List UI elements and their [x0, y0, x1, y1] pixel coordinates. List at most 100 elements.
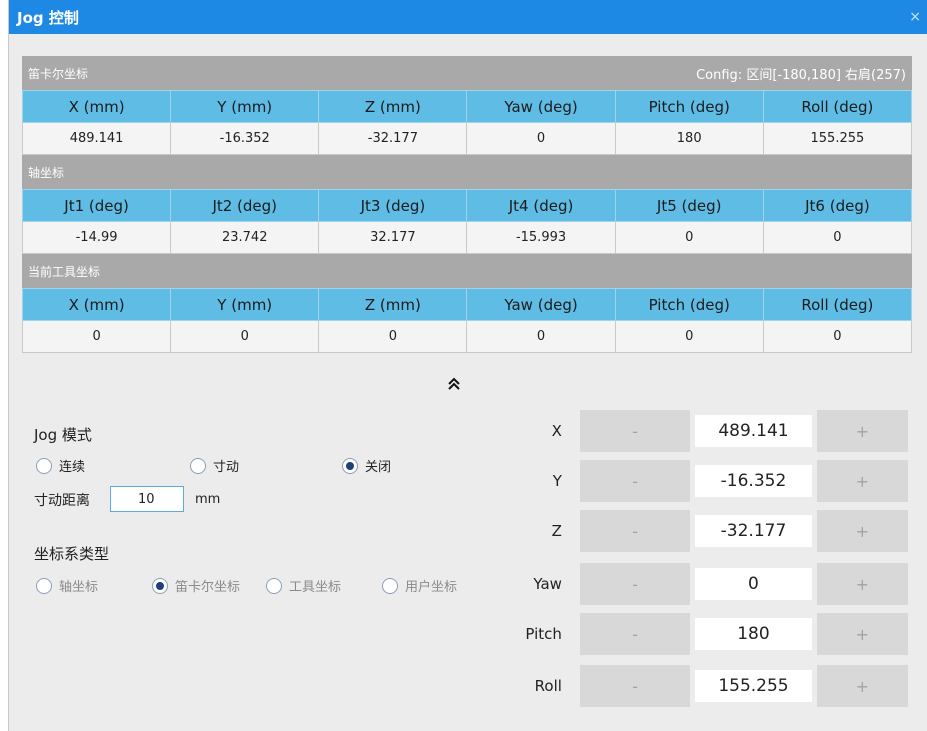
radio-label: 关闭	[365, 460, 392, 475]
column-header: Jt3 (deg)	[318, 189, 468, 222]
table-cell: -32.177	[318, 122, 468, 155]
column-header: Jt2 (deg)	[170, 189, 320, 222]
step-distance-input[interactable]	[110, 486, 184, 512]
radio-label: 笛卡尔坐标	[175, 580, 241, 595]
table-header-row: X (mm) Y (mm) Z (mm) Yaw (deg) Pitch (de…	[21, 288, 913, 321]
column-header: Y (mm)	[170, 288, 320, 321]
column-header: Roll (deg)	[762, 90, 913, 123]
table-row: 0 0 0 0 0 0	[21, 320, 913, 353]
table-row: 489.141 -16.352 -32.177 0 180 155.255	[21, 122, 913, 155]
jog-minus-button[interactable]: -	[579, 563, 691, 605]
table-cell: 32.177	[318, 221, 468, 254]
jog-plus-button[interactable]: +	[816, 410, 908, 452]
joint-section-header: 轴坐标	[22, 155, 912, 189]
jog-plus-button[interactable]: +	[816, 613, 908, 655]
cartesian-table: X (mm) Y (mm) Z (mm) Yaw (deg) Pitch (de…	[21, 90, 913, 155]
table-cell: 0	[318, 320, 468, 353]
jog-row-x: X - 489.141 +	[520, 410, 908, 452]
jog-minus-button[interactable]: -	[579, 665, 691, 707]
table-cell: 0	[466, 122, 616, 155]
jog-row-z: Z - -32.177 +	[520, 510, 908, 552]
title-bar: Jog 控制 ×	[9, 0, 927, 34]
joint-section-title: 轴坐标	[28, 165, 65, 180]
table-header-row: X (mm) Y (mm) Z (mm) Yaw (deg) Pitch (de…	[21, 90, 913, 123]
jog-axis-label: Yaw	[533, 575, 562, 593]
radio-button[interactable]	[190, 457, 206, 474]
column-header: Z (mm)	[318, 90, 468, 123]
radio-label: 用户坐标	[405, 580, 458, 595]
column-header: Pitch (deg)	[614, 90, 764, 123]
table-cell: -14.99	[21, 221, 172, 254]
radio-label: 轴坐标	[59, 580, 99, 595]
jog-plus-button[interactable]: +	[816, 665, 908, 707]
jog-axis-label: X	[551, 422, 562, 440]
jog-plus-button[interactable]: +	[816, 460, 908, 502]
chevron-double-up-icon[interactable]	[447, 376, 461, 395]
radio-button[interactable]	[382, 577, 398, 594]
table-cell: -16.352	[170, 122, 320, 155]
coord-type-option-user[interactable]: 用户坐标	[382, 576, 457, 595]
column-header: Z (mm)	[318, 288, 468, 321]
column-header: Jt4 (deg)	[466, 189, 616, 222]
coord-type-label: 坐标系类型	[34, 545, 110, 563]
table-cell: 0	[466, 320, 616, 353]
step-distance-label: 寸动距离	[34, 493, 90, 509]
column-header: Yaw (deg)	[466, 90, 616, 123]
jog-axis-label: Roll	[534, 677, 562, 695]
jog-row-pitch: Pitch - 180 +	[520, 613, 908, 655]
jog-axis-label: Y	[552, 472, 562, 490]
tool-section-title: 当前工具坐标	[28, 264, 101, 279]
radio-label: 工具坐标	[289, 580, 342, 595]
jog-value-display: 0	[695, 568, 812, 600]
jog-row-roll: Roll - 155.255 +	[520, 665, 908, 707]
jog-minus-button[interactable]: -	[579, 613, 691, 655]
tool-table: X (mm) Y (mm) Z (mm) Yaw (deg) Pitch (de…	[21, 288, 913, 353]
jog-mode-label: Jog 模式	[34, 426, 92, 444]
column-header: X (mm)	[21, 90, 172, 123]
joint-table: Jt1 (deg) Jt2 (deg) Jt3 (deg) Jt4 (deg) …	[21, 189, 913, 254]
radio-button-selected[interactable]	[342, 457, 358, 474]
jog-minus-button[interactable]: -	[579, 510, 691, 552]
jog-mode-option-continuous[interactable]: 连续	[36, 456, 85, 475]
close-icon[interactable]: ×	[909, 9, 921, 25]
radio-label: 寸动	[213, 460, 240, 475]
column-header: Jt5 (deg)	[614, 189, 764, 222]
jog-row-yaw: Yaw - 0 +	[520, 563, 908, 605]
column-header: Pitch (deg)	[614, 288, 764, 321]
jog-minus-button[interactable]: -	[579, 410, 691, 452]
table-cell: 0	[762, 320, 913, 353]
jog-axis-label: Z	[551, 522, 562, 540]
table-row: -14.99 23.742 32.177 -15.993 0 0	[21, 221, 913, 254]
jog-minus-button[interactable]: -	[579, 460, 691, 502]
table-header-row: Jt1 (deg) Jt2 (deg) Jt3 (deg) Jt4 (deg) …	[21, 189, 913, 222]
config-info: Config: 区间[-180,180] 右肩(257)	[696, 67, 906, 83]
radio-button[interactable]	[266, 577, 282, 594]
radio-button[interactable]	[36, 577, 52, 594]
table-cell: 0	[614, 221, 764, 254]
table-cell: 0	[614, 320, 764, 353]
radio-label: 连续	[59, 460, 86, 475]
column-header: Jt6 (deg)	[762, 189, 913, 222]
radio-button-selected[interactable]	[152, 577, 168, 594]
table-cell: 0	[170, 320, 320, 353]
jog-row-y: Y - -16.352 +	[520, 460, 908, 502]
jog-axis-label: Pitch	[525, 625, 562, 643]
tool-section-header: 当前工具坐标	[22, 254, 912, 288]
step-distance-unit: mm	[195, 492, 221, 507]
jog-mode-option-step[interactable]: 寸动	[190, 456, 239, 475]
coord-type-option-joint[interactable]: 轴坐标	[36, 576, 98, 595]
jog-plus-button[interactable]: +	[816, 510, 908, 552]
table-cell: -15.993	[466, 221, 616, 254]
jog-value-display: -16.352	[695, 465, 812, 497]
coord-type-option-tool[interactable]: 工具坐标	[266, 576, 341, 595]
table-cell: 0	[762, 221, 913, 254]
jog-plus-button[interactable]: +	[816, 563, 908, 605]
radio-button[interactable]	[36, 457, 52, 474]
window-title: Jog 控制	[17, 8, 79, 27]
jog-value-display: 155.255	[695, 670, 812, 702]
coord-type-option-cartesian[interactable]: 笛卡尔坐标	[152, 576, 240, 595]
column-header: Roll (deg)	[762, 288, 913, 321]
column-header: X (mm)	[21, 288, 172, 321]
cartesian-section-header: 笛卡尔坐标 Config: 区间[-180,180] 右肩(257)	[22, 56, 912, 90]
jog-mode-option-off[interactable]: 关闭	[342, 456, 391, 475]
